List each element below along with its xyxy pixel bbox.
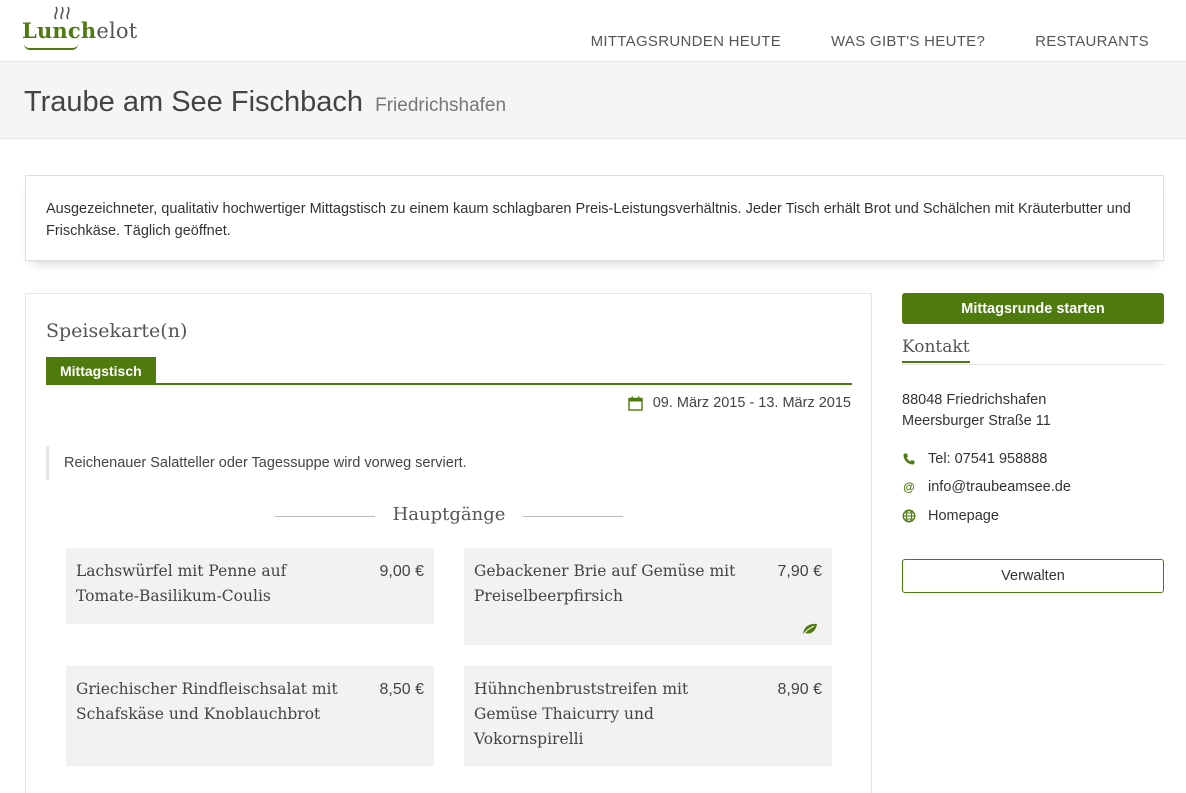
restaurant-description: Ausgezeichneter, qualitativ hochwertiger…	[25, 175, 1164, 261]
section-header: Hauptgänge	[275, 504, 623, 528]
top-navbar: Lunchelot MITTAGSRUNDEN HEUTE WAS GIBT'S…	[0, 0, 1186, 62]
dish-card: Lachswürfel mit Penne auf Tomate-Basilik…	[66, 548, 434, 624]
phone-text: Tel: 07541 958888	[928, 451, 1048, 467]
nav-was-gibts-heute[interactable]: WAS GIBT'S HEUTE?	[831, 33, 985, 50]
homepage-link[interactable]: Homepage	[928, 508, 999, 524]
contact-homepage[interactable]: Homepage	[902, 508, 999, 524]
logo-wordmark: Lunchelot	[22, 18, 138, 43]
page-title: Traube am See Fischbach Friedrichshafen	[24, 86, 506, 119]
contact-heading: Kontakt	[902, 337, 970, 363]
logo-plate	[24, 44, 78, 50]
calendar-icon	[628, 396, 643, 411]
contact-email[interactable]: @ info@traubeamsee.de	[902, 479, 1071, 495]
at-icon: @	[903, 480, 915, 494]
description-text: Ausgezeichneter, qualitativ hochwertiger…	[46, 201, 1131, 239]
dish-price: 9,00 €	[379, 563, 424, 580]
dish-card: Gebackener Brie auf Gemüse mit Preiselbe…	[464, 548, 832, 645]
section-title: Hauptgänge	[392, 504, 506, 525]
address-line-1: 88048 Friedrichshafen	[902, 392, 1047, 408]
dish-name: Griechischer Rindfleischsalat mit Schafs…	[76, 680, 338, 723]
date-range-text: 09. März 2015 - 13. März 2015	[652, 395, 851, 411]
menu-note: Reichenauer Salatteller oder Tagessuppe …	[46, 446, 852, 480]
restaurant-name: Traube am See Fischbach	[24, 86, 364, 118]
menu-date-range: 09. März 2015 - 13. März 2015	[628, 395, 851, 411]
dish-name: Gebackener Brie auf Gemüse mit Preiselbe…	[474, 562, 736, 605]
email-link[interactable]: info@traubeamsee.de	[928, 479, 1071, 495]
dish-price: 8,90 €	[777, 681, 822, 698]
contact-divider	[902, 364, 1164, 365]
restaurant-city: Friedrichshafen	[375, 95, 507, 116]
address-line-2: Meersburger Straße 11	[902, 413, 1051, 429]
menu-tabbar: Mittagstisch	[46, 357, 852, 385]
dish-card: Griechischer Rindfleischsalat mit Schafs…	[66, 666, 434, 766]
dish-card: Hühnchenbruststreifen mit Gemüse Thaicur…	[464, 666, 832, 766]
dish-name: Hühnchenbruststreifen mit Gemüse Thaicur…	[474, 680, 689, 748]
tab-mittagstisch[interactable]: Mittagstisch	[46, 357, 156, 385]
dish-name: Lachswürfel mit Penne auf Tomate-Basilik…	[76, 562, 287, 605]
leaf-icon	[803, 623, 817, 634]
manage-button[interactable]: Verwalten	[902, 559, 1164, 593]
nav-restaurants[interactable]: RESTAURANTS	[1035, 33, 1149, 50]
start-lunch-round-button[interactable]: Mittagsrunde starten	[902, 293, 1164, 324]
menu-heading: Speisekarte(n)	[46, 320, 188, 342]
contact-phone: Tel: 07541 958888	[902, 451, 1047, 467]
dish-price: 7,90 €	[777, 563, 822, 580]
phone-icon	[903, 453, 915, 465]
nav-mittagsrunden-heute[interactable]: MITTAGSRUNDEN HEUTE	[591, 33, 781, 50]
section-divider-right	[523, 516, 623, 517]
menu-panel: Speisekarte(n) Mittagstisch 09. März 201…	[25, 293, 872, 793]
lunchelot-logo[interactable]: Lunchelot	[22, 6, 142, 54]
globe-icon	[902, 509, 916, 523]
contact-address: 88048 Friedrichshafen Meersburger Straße…	[902, 390, 1051, 432]
dish-price: 8,50 €	[379, 681, 424, 698]
main-nav: MITTAGSRUNDEN HEUTE WAS GIBT'S HEUTE? RE…	[541, 33, 1149, 50]
title-band: Traube am See Fischbach Friedrichshafen	[0, 62, 1186, 139]
